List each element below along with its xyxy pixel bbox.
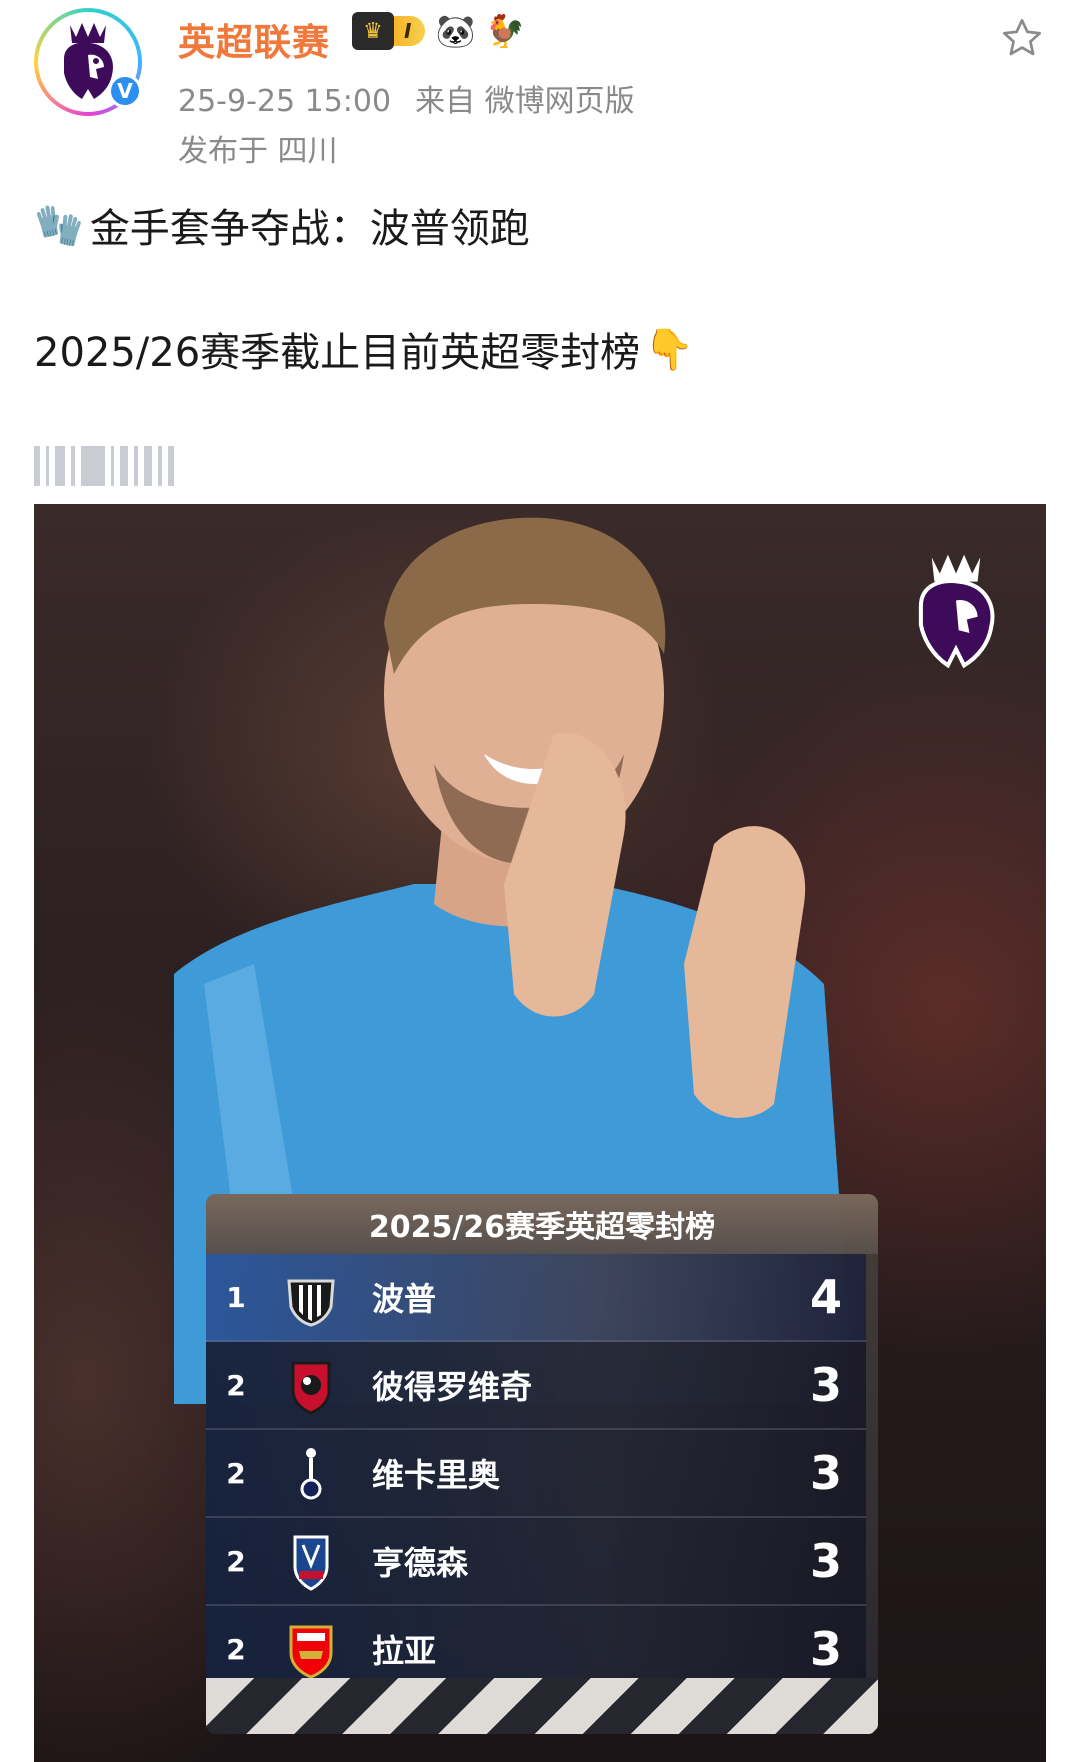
bournemouth-crest-icon	[276, 1350, 346, 1420]
row-rank: 2	[226, 1456, 246, 1490]
post-location: 发布于 四川	[178, 134, 338, 169]
row-clean-sheets: 4	[809, 1270, 842, 1324]
row-player-name: 维卡里奥	[372, 1456, 501, 1494]
row-player-name: 彼得罗维奇	[372, 1368, 533, 1406]
row-rank: 2	[226, 1368, 246, 1402]
newcastle-crest-icon	[276, 1262, 346, 1332]
clean-sheet-table: 2025/26赛季英超零封榜 1 波普 4 2 彼得罗维奇 3 2 维卡里奥 3…	[206, 1194, 878, 1734]
post-image[interactable]: 2025/26赛季英超零封榜 1 波普 4 2 彼得罗维奇 3 2 维卡里奥 3…	[34, 504, 1046, 1762]
arsenal-crest-icon	[276, 1614, 346, 1684]
panda-badge-icon[interactable]: 🐼	[435, 12, 475, 50]
verified-icon: V	[108, 74, 142, 108]
row-clean-sheets: 3	[809, 1622, 842, 1676]
rooster-badge-icon[interactable]: 🐓	[485, 12, 525, 50]
post-subheadline: 2025/26赛季截止目前英超零封榜	[34, 330, 641, 376]
image-loading-placeholder	[34, 446, 174, 486]
table-title: 2025/26赛季英超零封榜	[206, 1194, 878, 1254]
table-row: 2 亨德森 3	[206, 1518, 866, 1606]
user-badges: ♛ I 🐼 🐓	[352, 12, 525, 50]
table-row: 1 波普 4	[206, 1254, 866, 1342]
row-clean-sheets: 3	[809, 1358, 842, 1412]
table-row: 2 维卡里奥 3	[206, 1430, 866, 1518]
post-text-line-2: 2025/26赛季截止目前英超零封榜 👇	[34, 320, 694, 378]
favorite-button[interactable]	[996, 12, 1048, 64]
table-row: 2 彼得罗维奇 3	[206, 1342, 866, 1430]
row-player-name: 波普	[372, 1280, 437, 1318]
pointing-down-icon: 👇	[644, 326, 694, 373]
member-level-badge[interactable]: ♛ I	[352, 12, 426, 50]
star-icon	[1003, 19, 1041, 56]
row-clean-sheets: 3	[809, 1534, 842, 1588]
crown-icon: ♛	[352, 12, 394, 50]
post-text-line-1: 🧤 金手套争夺战：波普领跑	[34, 196, 530, 254]
row-player-name: 拉亚	[372, 1632, 437, 1670]
post-source[interactable]: 来自 微博网页版	[415, 84, 635, 119]
username[interactable]: 英超联赛	[178, 12, 330, 66]
crystal-palace-crest-icon	[276, 1526, 346, 1596]
row-rank: 2	[226, 1632, 246, 1666]
post-meta: 25-9-25 15:00 来自 微博网页版	[178, 76, 635, 120]
row-player-name: 亨德森	[372, 1544, 469, 1582]
row-rank: 2	[226, 1544, 246, 1578]
gloves-icon: 🧤	[34, 202, 84, 249]
decorative-stripes	[206, 1678, 878, 1734]
row-clean-sheets: 3	[809, 1446, 842, 1500]
post-headline: 金手套争夺战：波普领跑	[89, 206, 530, 252]
row-rank: 1	[226, 1280, 246, 1314]
tottenham-crest-icon	[276, 1438, 346, 1508]
level-label: I	[394, 16, 426, 46]
post-timestamp: 25-9-25 15:00	[178, 84, 392, 119]
premier-league-logo-icon	[918, 554, 995, 669]
